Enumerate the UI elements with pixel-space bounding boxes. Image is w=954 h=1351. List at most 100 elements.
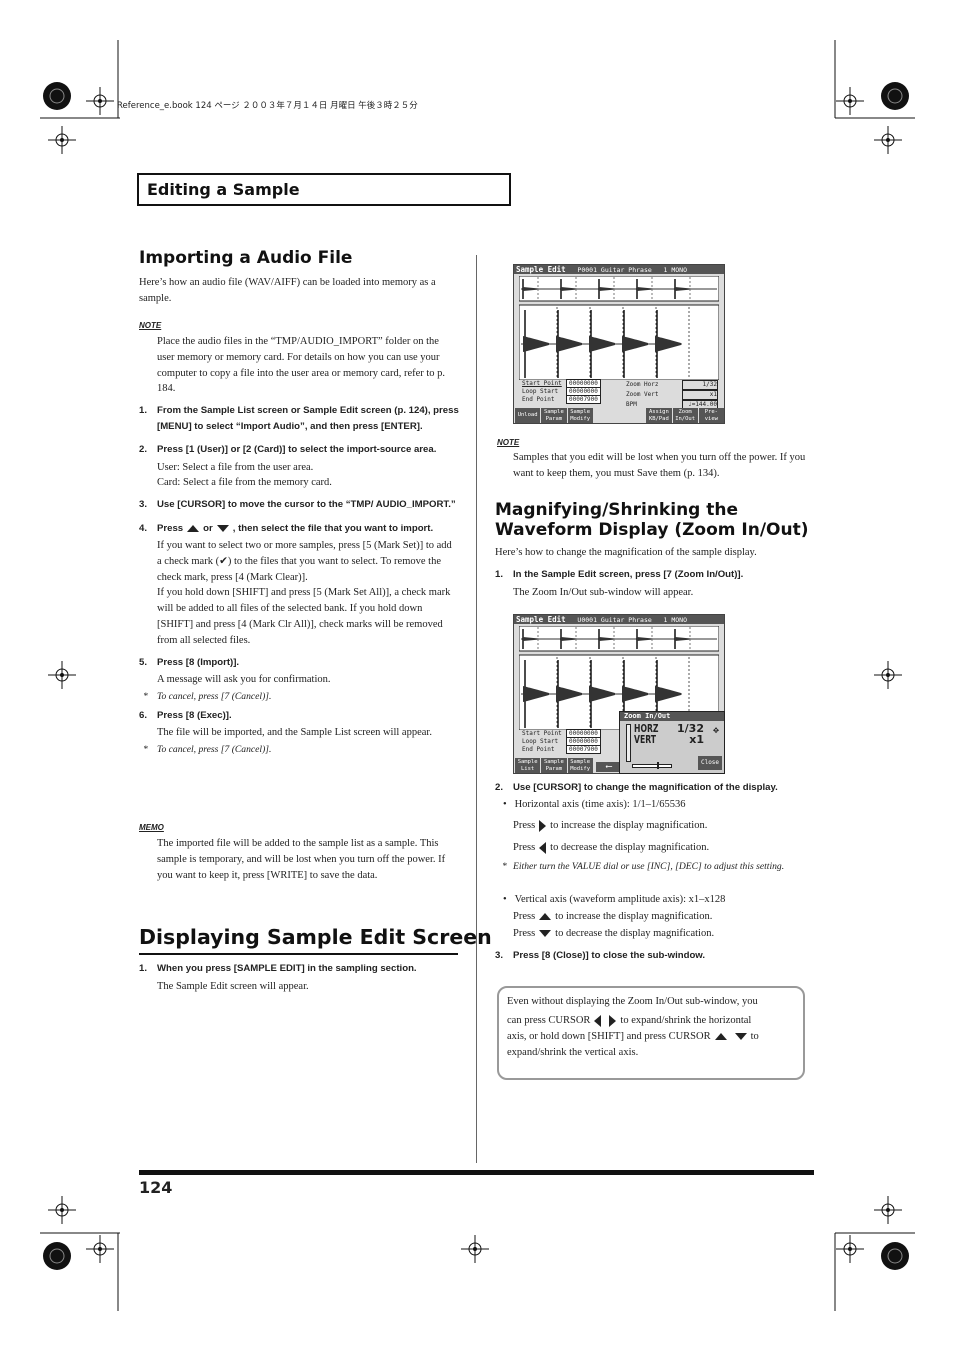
param-value: 00007900 (566, 745, 601, 754)
section-header-box: Editing a Sample (137, 173, 511, 206)
param-value[interactable]: 00007900 (566, 395, 601, 404)
step-number: 2. (495, 782, 504, 793)
registration-mark-icon (886, 673, 890, 677)
cursor-down-icon (734, 1033, 747, 1041)
tip-text: Either turn the VALUE dial or use [INC],… (513, 861, 785, 872)
step-text: Use [CURSOR] to move the cursor to the “… (157, 499, 456, 511)
horizontal-text: Horizontal axis (time axis): 1/1–1/65536 (514, 799, 686, 810)
params-left: Start Point 00000000 Loop Start 00000000 E… (522, 729, 601, 754)
cursor-right-icon (539, 819, 547, 832)
cursor-left-icon (539, 841, 547, 854)
press-right: Press to increase the display magnificati… (513, 818, 707, 834)
press-text: Press (513, 928, 536, 939)
step-number: 2. (139, 444, 148, 455)
save-note: Samples that you edit will be lost when … (513, 452, 806, 479)
function-key[interactable]: Sample Modify (566, 408, 593, 423)
param-label: Loop Start (522, 738, 559, 745)
function-key[interactable]: Pre-view (697, 408, 724, 423)
param-label: Loop Start (522, 388, 559, 395)
memo-text: The imported file will be added to the s… (157, 838, 446, 881)
screen-title: Sample Edit (516, 265, 566, 274)
horizontal-range: • Horizontal axis (time axis): 1/1–1/655… (503, 799, 686, 810)
function-key[interactable]: Sample Param (540, 408, 567, 423)
step-number: 1. (139, 963, 148, 974)
press-text: Press (513, 911, 536, 922)
screen-info: U0001 Guitar Phrase 1 MONO (577, 616, 687, 624)
step-body: The file will be imported, and the Sampl… (157, 727, 432, 739)
step-6: 6. Press [8 (Exec)]. The file will be im… (139, 708, 459, 756)
function-key[interactable]: Assign KB/Pad (645, 408, 672, 423)
step-3: 3. Use [CURSOR] to move the cursor to th… (139, 497, 459, 513)
cursor-up-icon (539, 913, 552, 921)
cursor-right-icon (609, 1014, 617, 1027)
heading-importing: Importing a Audio File (139, 248, 353, 268)
zoom-step-2: 2. Use [CURSOR] to change the magnificat… (495, 780, 813, 796)
manual-page: Reference_e.book 124 ページ ２００３年７月１４日 月曜日 … (0, 0, 954, 1351)
registration-mark-icon (98, 99, 102, 103)
close-button[interactable]: Close (698, 756, 722, 770)
step-1: 1. From the Sample List screen or Sample… (139, 403, 459, 434)
param-value[interactable]: 1/32 (682, 380, 718, 390)
function-key[interactable]: Unload (514, 408, 541, 423)
zoom-intro: Here’s how to change the magnification o… (495, 547, 757, 558)
page-number: 124 (139, 1178, 173, 1197)
step-text: Use [CURSOR] to change the magnification… (513, 782, 778, 793)
step-body: If you want to select two or more sample… (157, 540, 452, 583)
footer-rule (139, 1170, 814, 1175)
cursor-down-icon (216, 524, 229, 532)
vertical-text: Vertical axis (waveform amplitude axis):… (514, 894, 726, 905)
heading-displaying: Displaying Sample Edit Screen (139, 925, 492, 949)
step-note: * To cancel, press [7 (Cancel)]. (143, 690, 272, 702)
press-text: Press (513, 842, 536, 853)
popup-title: Zoom In/Out (620, 712, 724, 721)
step-body: If you hold down [SHIFT] and press [5 (M… (157, 587, 451, 646)
vertical-range: • Vertical axis (waveform amplitude axis… (503, 894, 726, 905)
params-right: Zoom Horz 1/32 Zoom Vert x1 BPM ♩=144.00 (626, 380, 718, 410)
step-body: The Zoom In/Out sub-window will appear. (513, 586, 694, 598)
step-number: 1. (495, 569, 504, 580)
param-label: End Point (522, 746, 555, 753)
color-target-icon (43, 1242, 71, 1270)
step-5: 5. Press [8 (Import)]. A message will as… (139, 655, 459, 702)
step-note: * To cancel, press [7 (Cancel)]. (143, 744, 272, 756)
registration-mark-icon (886, 138, 890, 142)
registration-mark-icon (473, 1247, 477, 1251)
step-body: User: Select a file from the user area. (157, 461, 314, 473)
press-up: Press to increase the display magnificati… (513, 909, 712, 925)
function-key[interactable]: Zoom In/Out (671, 408, 698, 423)
param-label: Zoom Vert (626, 391, 659, 398)
memo-icon: MEMO (139, 823, 164, 832)
print-header: Reference_e.book 124 ページ ２００３年７月１４日 月曜日 … (117, 101, 418, 111)
registration-mark-icon (60, 138, 64, 142)
column-divider (476, 255, 477, 1163)
cursor-up-icon (187, 524, 200, 532)
tip-line: Even without displaying the Zoom In/Out … (507, 996, 758, 1007)
zoom-values: 1/32 x1 (677, 723, 704, 745)
step-text: Press [8 (Import)]. (157, 656, 240, 668)
zoom-screen: Sample Edit U0001 Guitar Phrase 1 MONO S… (513, 614, 725, 774)
value-dial-tip: * Either turn the VALUE dial or use [INC]… (502, 861, 785, 872)
note-icon: NOTE (139, 321, 162, 330)
function-key[interactable]: Sample Modify (566, 758, 593, 773)
step-2: 2. Press [1 (User)] or [2 (Card)] to sel… (139, 442, 459, 491)
import-steps: 1. From the Sample List screen or Sample… (139, 403, 459, 756)
screen-title-bar: Sample Edit P0001 Guitar Phrase 1 MONO (514, 265, 724, 274)
tip-line: to expand/shrink the horizontal (620, 1015, 752, 1026)
tip-line: axis, or hold down [SHIFT] and press CUR… (507, 1031, 711, 1042)
note-text: To cancel, press [7 (Cancel)]. (157, 690, 272, 702)
heading-zoom: Magnifying/Shrinking the Waveform Displa… (495, 500, 809, 540)
param-label: End Point (522, 396, 555, 403)
tip-line: expand/shrink the vertical axis. (507, 1047, 639, 1058)
param-value[interactable]: x1 (682, 390, 718, 400)
function-key[interactable]: Sample List (514, 758, 541, 773)
registration-mark-icon (848, 1247, 852, 1251)
waveform-display (519, 276, 719, 380)
press-text: Press (513, 820, 536, 831)
vert-slider[interactable] (626, 724, 631, 762)
registration-mark-icon (60, 1208, 64, 1212)
step-text: Press [8 (Close)] to close the sub-windo… (513, 950, 706, 961)
horz-slider[interactable] (632, 762, 672, 769)
function-key[interactable]: Sample Param (540, 758, 567, 773)
param-label: Zoom Horz (626, 381, 659, 388)
step-text: , then select the file that you want to … (232, 522, 434, 534)
